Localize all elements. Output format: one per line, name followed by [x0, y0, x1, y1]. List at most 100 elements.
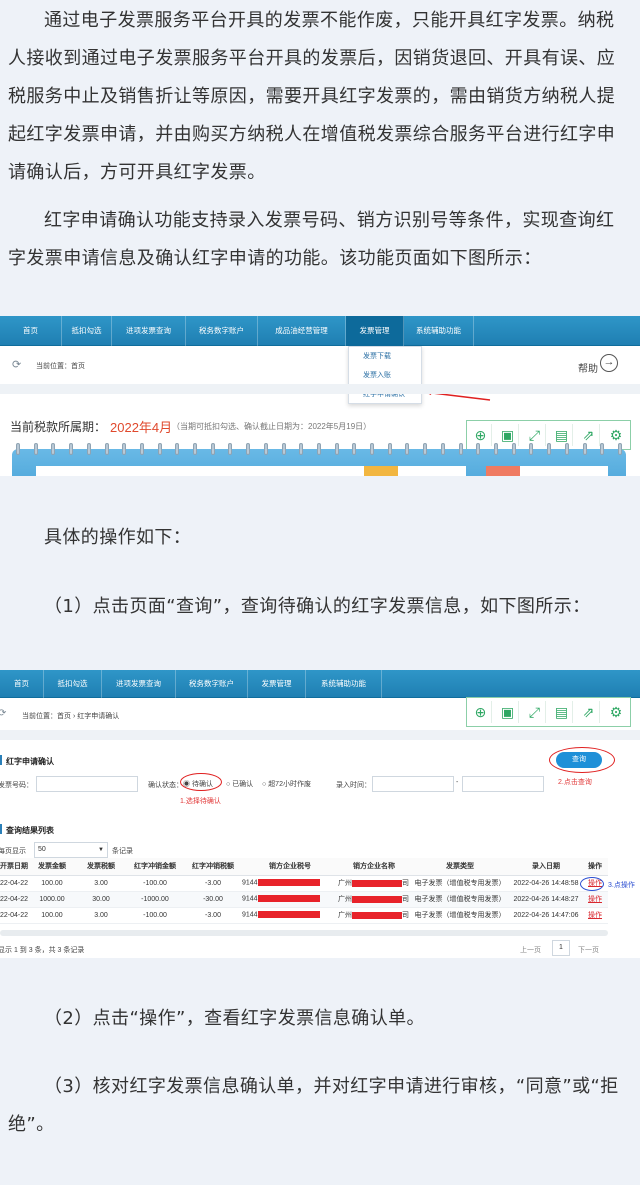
help-link[interactable]: 帮助 [578, 360, 598, 375]
redacted-seller-name [352, 895, 402, 903]
col-action: 操作 [582, 858, 608, 876]
invoice-management-dropdown: 发票下载 发票入账 红字申请确认 [348, 346, 422, 404]
seller-name-prefix: 广州 [338, 896, 352, 903]
table-row: 2022-04-22 1000.00 30.00 -1000.00 -30.00… [0, 891, 608, 908]
step-2-text: （2）点击“操作”，查看红字发票信息确认单。 [44, 1008, 425, 1029]
cell-seller-name: 广州 司 [338, 891, 410, 908]
nav-deduct-select[interactable]: 抵扣勾选 [62, 316, 112, 346]
page-size-prefix: 每页显示 [0, 848, 26, 855]
nav-oil-management[interactable]: 成品油经营管理 [258, 316, 346, 346]
settings-icon[interactable]: ⚙ [605, 701, 627, 723]
col-seller-tax-id: 销方企业税号 [242, 858, 338, 876]
section-title: 红字申请确认 [6, 757, 54, 766]
nav-deduct-select[interactable]: 抵扣勾选 [44, 670, 102, 698]
seller-tax-id-prefix: 9144 [242, 879, 258, 887]
menu-invoice-booking[interactable]: 发票入账 [349, 366, 421, 385]
screenshot-red-invoice-confirm: 首页 抵扣勾选 进项发票查询 税务数字账户 发票管理 系统辅助功能 ⟳ 当前位置… [0, 670, 640, 958]
status-radio-confirmed[interactable]: ○ 已确认 [226, 779, 253, 789]
cell-action: 操作 [582, 907, 608, 924]
top-nav: 首页 抵扣勾选 进项发票查询 税务数字账户 成品油经营管理 发票管理 系统辅助功… [0, 316, 640, 346]
calendar-card-left [36, 466, 466, 476]
section-marker [0, 755, 2, 765]
prev-page-button[interactable]: 上一页 [520, 945, 541, 955]
col-invoice-type: 发票类型 [410, 858, 510, 876]
expand-icon[interactable]: ⤢ [524, 701, 546, 723]
step-3-text: （3）核对红字发票信息确认单，并对红字申请进行审核，“同意”或“拒绝”。 [8, 1076, 619, 1135]
invoice-no-input[interactable] [36, 776, 138, 792]
period-label: 当前税款所属期： [10, 420, 107, 434]
screenshot-home: 首页 抵扣勾选 进项发票查询 税务数字账户 成品油经营管理 发票管理 系统辅助功… [0, 316, 640, 476]
nav-system-assist[interactable]: 系统辅助功能 [404, 316, 474, 346]
steps-heading: 具体的操作如下： [44, 527, 192, 548]
seller-tax-id-prefix: 9144 [242, 895, 258, 903]
invoice-no-label: 发票号码： [0, 782, 33, 789]
nav-home[interactable]: 首页 [0, 670, 44, 698]
cell-tax: 3.00 [76, 875, 126, 892]
cell-red-amount: -100.00 [126, 907, 184, 924]
cell-seller-name: 广州 司 [338, 907, 410, 924]
col-entry-date: 录入日期 [510, 858, 582, 876]
nav-input-invoice-query[interactable]: 进项发票查询 [112, 316, 186, 346]
col-amount: 发票金额 [28, 858, 76, 876]
seller-name-suffix: 司 [402, 880, 409, 887]
entry-time-label: 录入时间： [336, 782, 371, 789]
nav-tax-digital-account[interactable]: 税务数字账户 [186, 316, 258, 346]
status-label: 确认状态： [148, 782, 183, 789]
nav-system-assist[interactable]: 系统辅助功能 [306, 670, 382, 698]
document-icon[interactable]: ▣ [497, 701, 519, 723]
horizontal-scrollbar[interactable] [0, 930, 608, 936]
entry-time-start[interactable] [372, 776, 454, 792]
seller-tax-id-prefix: 9144 [242, 911, 258, 919]
calendar-card-right [520, 466, 608, 476]
step-1-text: （1）点击页面“查询”，查询待确认的红字发票信息，如下图所示： [44, 596, 591, 617]
page-size-select[interactable]: 50 ▼ [34, 842, 108, 858]
action-link[interactable]: 操作 [588, 896, 602, 903]
records-summary: 显示 1 到 3 条，共 3 条记录 [0, 947, 85, 954]
col-tax: 发票税额 [76, 858, 126, 876]
menu-invoice-download[interactable]: 发票下载 [349, 347, 421, 366]
table-row: 2022-04-22 100.00 3.00 -100.00 -3.00 914… [0, 875, 608, 892]
seller-name-prefix: 广州 [338, 912, 352, 919]
nav-input-invoice-query[interactable]: 进项发票查询 [102, 670, 176, 698]
current-page[interactable]: 1 [552, 940, 570, 956]
intro-paragraph: 通过电子发票服务平台开具的发票不能作废，只能开具红字发票。纳税人接收到通过电子发… [8, 10, 616, 183]
cell-amount: 1000.00 [28, 891, 76, 908]
period-note: （当期可抵扣勾选、确认截止日期为：2022年5月19日） [172, 422, 372, 431]
page-size-suffix: 条记录 [112, 848, 133, 855]
nav-invoice-management[interactable]: 发票管理 [346, 316, 404, 346]
results-table: 开票日期 发票金额 发票税额 红字冲销金额 红字冲销税额 销方企业税号 销方企业… [0, 858, 608, 924]
redacted-tax-id [257, 911, 320, 919]
cell-invoice-type: 电子发票（增值税专用发票） [410, 907, 510, 924]
action-highlight [580, 877, 604, 891]
divider [0, 730, 640, 740]
results-marker [0, 824, 2, 834]
annotation-click-action: 3.点操作 [608, 882, 635, 889]
col-invoice-date: 开票日期 [0, 858, 28, 876]
cell-seller-tax-id: 9144 [242, 891, 338, 908]
redacted-tax-id [257, 895, 320, 903]
entry-time-end[interactable] [462, 776, 544, 792]
divider [0, 384, 640, 394]
action-link[interactable]: 操作 [588, 912, 602, 919]
zoom-icon[interactable]: ⊕ [470, 701, 492, 723]
cell-entry-date: 2022-04-26 14:48:27 [510, 891, 582, 908]
results-title: 查询结果列表 [6, 826, 54, 835]
help-arrow-icon[interactable]: → [600, 354, 618, 372]
status-expired-label: 超72小时作废 [268, 781, 311, 788]
nav-invoice-management[interactable]: 发票管理 [248, 670, 306, 698]
cell-red-tax: -3.00 [184, 875, 242, 892]
save-icon[interactable]: ▤ [551, 701, 573, 723]
nav-tax-digital-account[interactable]: 税务数字账户 [176, 670, 248, 698]
cell-tax: 30.00 [76, 891, 126, 908]
status-radio-expired[interactable]: ○ 超72小时作废 [262, 779, 311, 789]
seller-name-suffix: 司 [402, 912, 409, 919]
export-icon[interactable]: ⇗ [578, 701, 600, 723]
cell-seller-tax-id: 9144 [242, 875, 338, 892]
breadcrumb: 当前位置：首页 › 红字申请确认 [22, 713, 120, 720]
col-red-tax: 红字冲销税额 [184, 858, 242, 876]
cell-entry-date: 2022-04-26 14:48:58 [510, 875, 582, 892]
redacted-seller-name [352, 911, 402, 919]
annotation-click-query: 2.点击查询 [558, 779, 592, 786]
next-page-button[interactable]: 下一页 [578, 945, 599, 955]
nav-home[interactable]: 首页 [0, 316, 62, 346]
